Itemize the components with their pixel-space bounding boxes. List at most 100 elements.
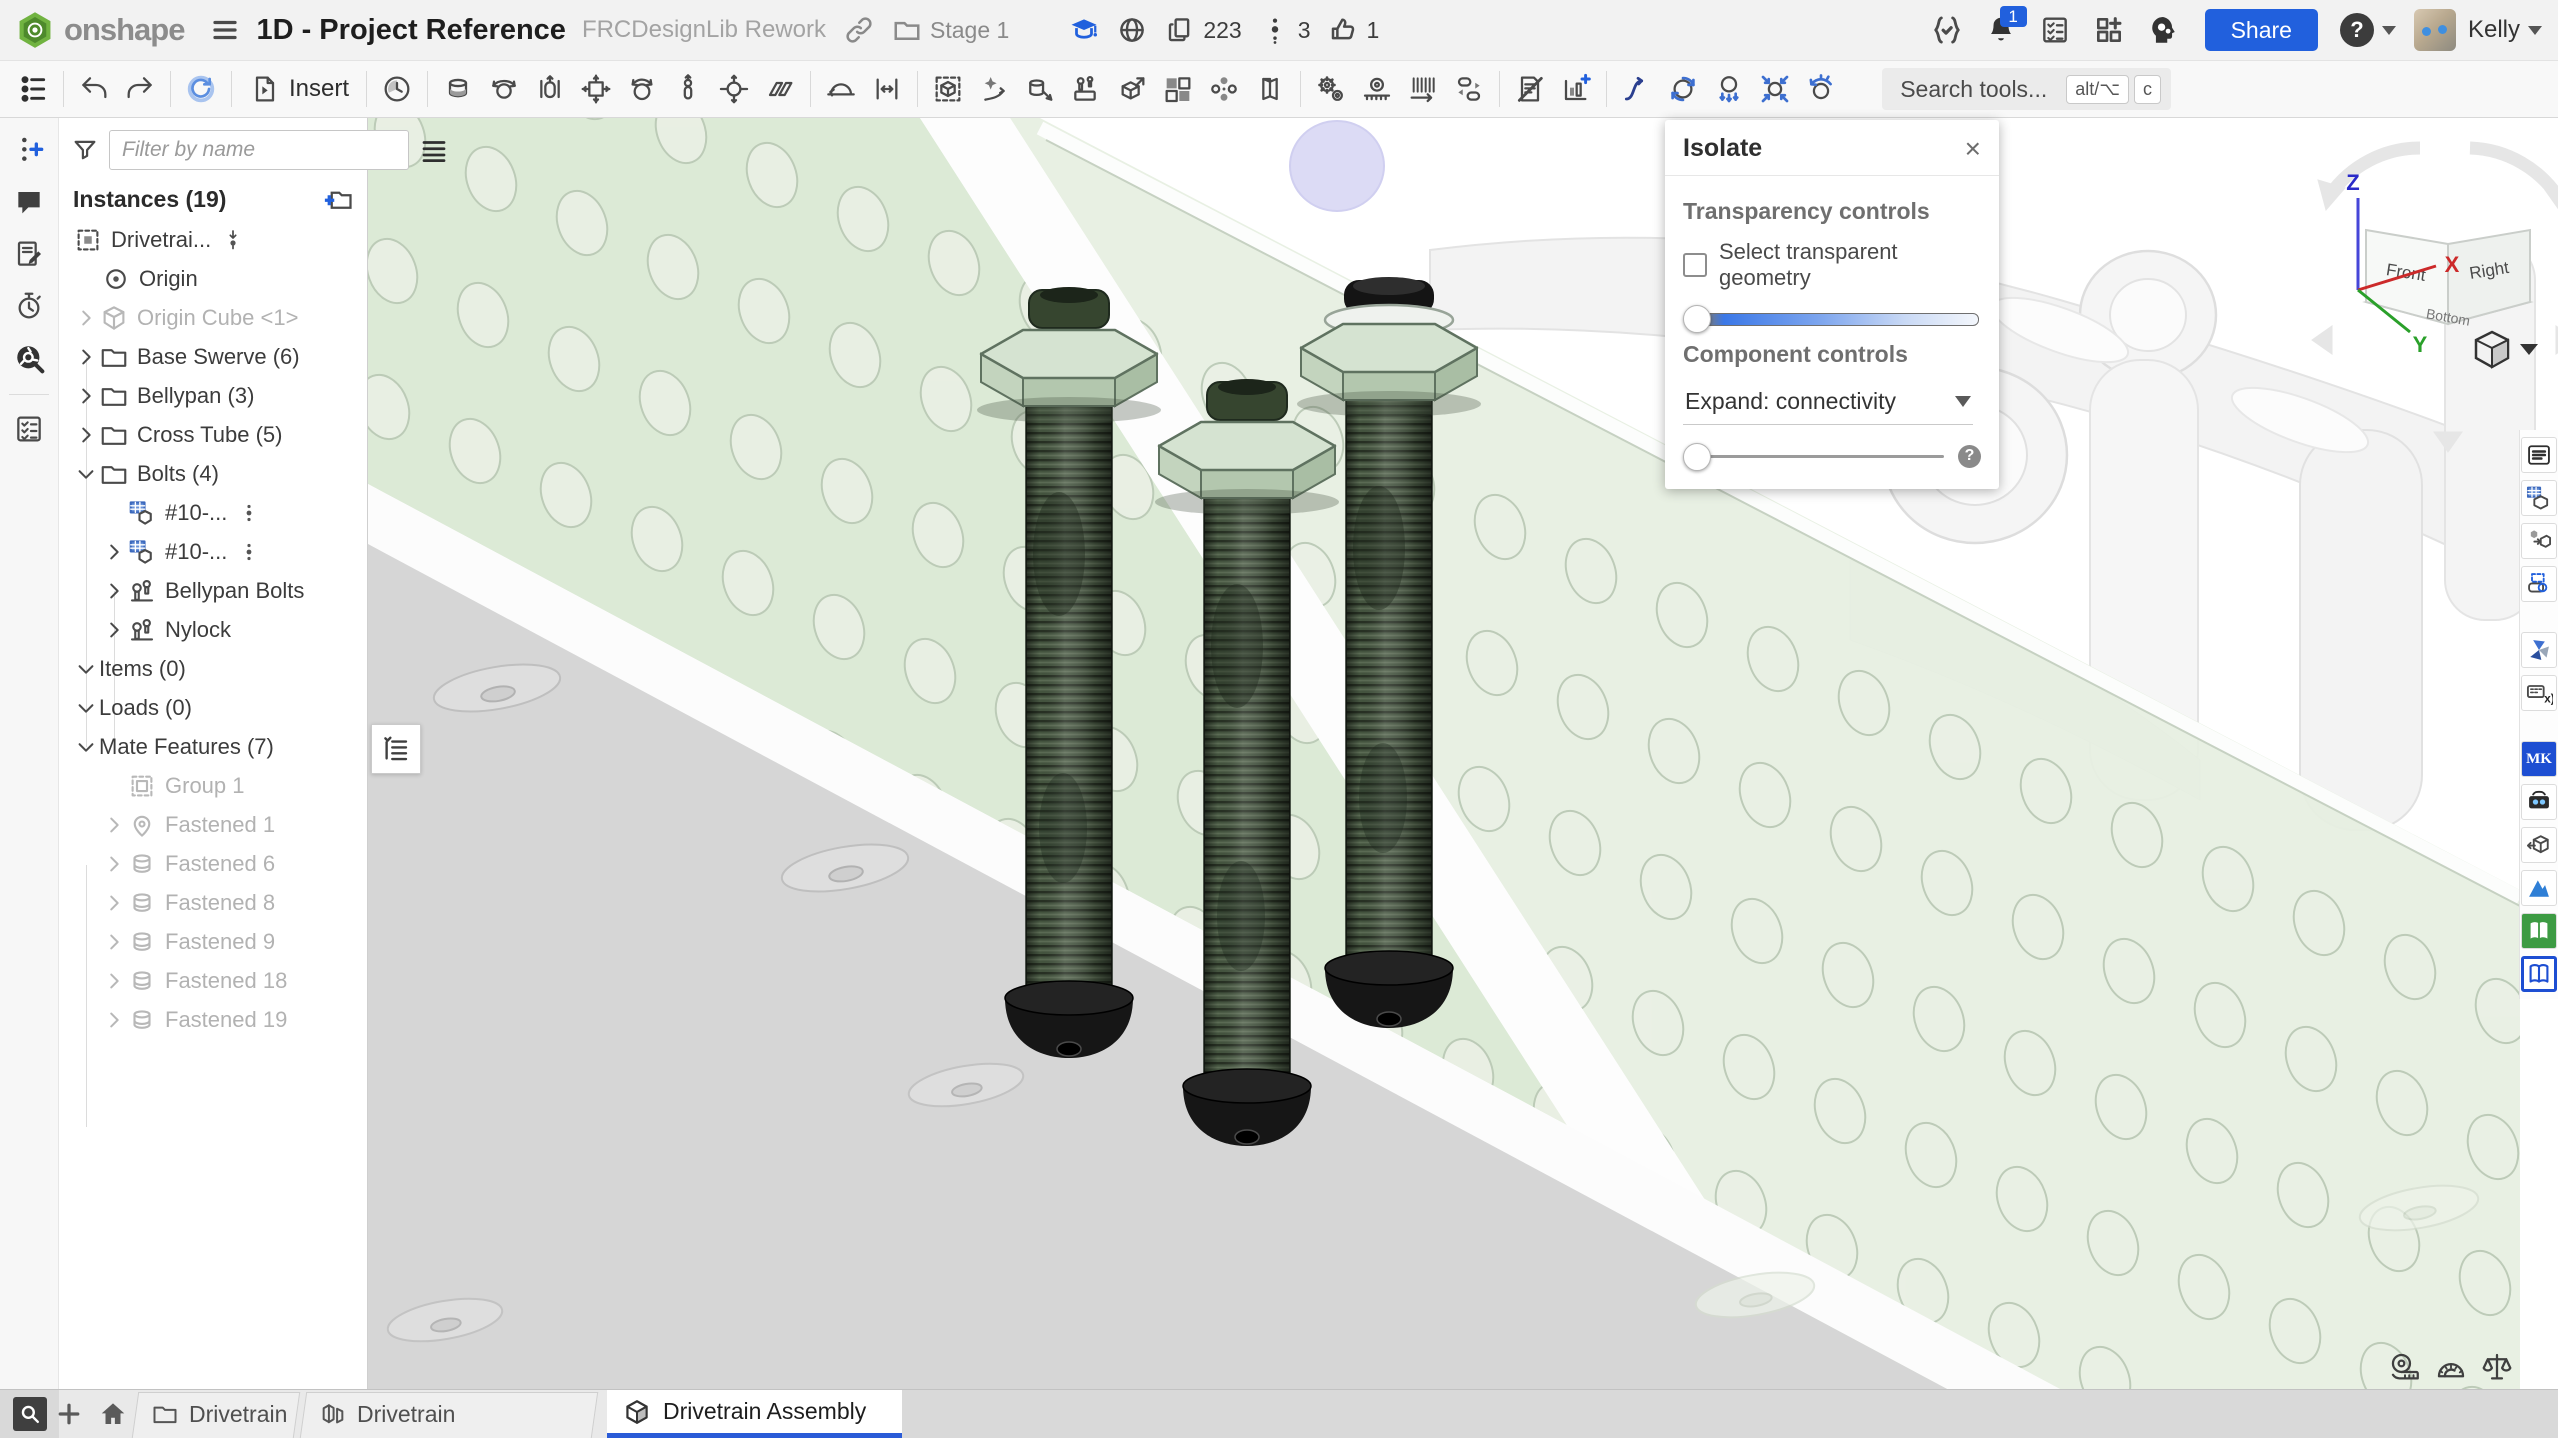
- release-notes-icon[interactable]: [7, 232, 51, 276]
- blue-book-icon[interactable]: [2521, 956, 2557, 992]
- app-store-icon[interactable]: [2089, 10, 2129, 50]
- chevron-down-icon[interactable]: [73, 461, 99, 487]
- mk-plugin-icon[interactable]: MK: [2521, 741, 2557, 777]
- sketch-overlay-icon[interactable]: [2521, 566, 2557, 602]
- slider-mate-icon[interactable]: [527, 66, 573, 112]
- versions-history-icon[interactable]: [374, 66, 420, 112]
- chevron-right-icon[interactable]: [73, 422, 99, 448]
- chevron-down-icon[interactable]: [73, 734, 99, 760]
- parallel-mate-icon[interactable]: [757, 66, 803, 112]
- isolated-bolts[interactable]: [977, 277, 1481, 1146]
- measure-tape-icon[interactable]: [2382, 1346, 2428, 1388]
- export-cube-icon[interactable]: [2521, 827, 2557, 863]
- tree-row[interactable]: Base Swerve (6): [59, 337, 367, 376]
- tree-row[interactable]: #10-...: [59, 532, 367, 571]
- featurescript-icon[interactable]: [1927, 10, 1967, 50]
- tree-row[interactable]: Bolts (4): [59, 454, 367, 493]
- replicate-icon[interactable]: [971, 66, 1017, 112]
- likes-icon[interactable]: [1328, 15, 1358, 45]
- rack-pinion-relation-icon[interactable]: [1354, 66, 1400, 112]
- tree-row[interactable]: #10-...: [59, 493, 367, 532]
- fastened-mate-icon[interactable]: [435, 66, 481, 112]
- chevron-right-icon[interactable]: [101, 929, 127, 955]
- gravity-icon[interactable]: [1706, 66, 1752, 112]
- interference-icon[interactable]: [1553, 66, 1599, 112]
- home-tab-button[interactable]: [91, 1390, 135, 1438]
- gear-relation-icon[interactable]: [1308, 66, 1354, 112]
- component-depth-slider[interactable]: [1685, 443, 1944, 469]
- chevron-right-icon[interactable]: [101, 539, 127, 565]
- mate-limits-icon[interactable]: [864, 66, 910, 112]
- tree-row[interactable]: Fastened 8: [59, 883, 367, 922]
- search-tools[interactable]: Search tools... alt/⌥ c: [1882, 68, 2171, 110]
- converge-icon[interactable]: [1752, 66, 1798, 112]
- tab-search-icon[interactable]: [13, 1397, 47, 1431]
- avatar[interactable]: [2414, 9, 2456, 51]
- new-tab-button[interactable]: [47, 1390, 91, 1438]
- spin-tools-icon[interactable]: [7, 336, 51, 380]
- standard-content-icon[interactable]: [1063, 66, 1109, 112]
- public-globe-icon[interactable]: [1117, 15, 1147, 45]
- tab-drivetrain-assembly[interactable]: Drivetrain Assembly: [607, 1390, 902, 1438]
- branch-create-icon[interactable]: [7, 128, 51, 172]
- onshape-logo-icon[interactable]: [16, 11, 54, 49]
- chevron-right-icon[interactable]: [101, 812, 127, 838]
- tree-row[interactable]: Origin: [59, 259, 367, 298]
- chevron-right-icon[interactable]: [73, 305, 99, 331]
- filter-funnel-icon[interactable]: [71, 136, 99, 164]
- chevron-right-icon[interactable]: [101, 578, 127, 604]
- chevron-right-icon[interactable]: [101, 617, 127, 643]
- config-dots-icon[interactable]: [237, 501, 261, 525]
- shortcut-keys-icon[interactable]: x): [2521, 675, 2557, 711]
- origin-sphere[interactable]: [1290, 121, 1384, 211]
- tab-drivetrain-1[interactable]: Drivetrain: [303, 1390, 601, 1438]
- link-icon[interactable]: [844, 15, 874, 45]
- document-title[interactable]: 1D - Project Reference: [256, 14, 565, 47]
- list-view-icon[interactable]: [419, 135, 449, 165]
- stage-label[interactable]: Stage 1: [930, 17, 1009, 44]
- component-slider-track[interactable]: [1685, 455, 1944, 458]
- instance-list-toggle-icon[interactable]: [10, 66, 56, 112]
- tangent-mate-icon[interactable]: [818, 66, 864, 112]
- filter-input[interactable]: [109, 130, 409, 170]
- chevron-right-icon[interactable]: [101, 851, 127, 877]
- close-icon[interactable]: ×: [1965, 139, 1981, 159]
- revolute-mate-icon[interactable]: [481, 66, 527, 112]
- group-mate-icon[interactable]: [925, 66, 971, 112]
- help-caret-icon[interactable]: [2382, 26, 2396, 35]
- mate-connector-icon[interactable]: [1017, 66, 1063, 112]
- update-sync-icon[interactable]: [178, 66, 224, 112]
- tree-row[interactable]: Bellypan Bolts: [59, 571, 367, 610]
- 3d-viewport[interactable]: Front Right Bottom Z X Y: [368, 118, 2558, 1390]
- tree-row[interactable]: Fastened 1: [59, 805, 367, 844]
- user-menu-caret-icon[interactable]: [2528, 26, 2542, 35]
- chevron-down-icon[interactable]: [73, 695, 99, 721]
- spin-light-icon[interactable]: [1798, 66, 1844, 112]
- chevron-right-icon[interactable]: [73, 344, 99, 370]
- undo-icon[interactable]: [71, 66, 117, 112]
- tree-row[interactable]: Fastened 9: [59, 922, 367, 961]
- tree-row[interactable]: Items (0): [59, 649, 367, 688]
- transparency-slider[interactable]: [1685, 305, 1979, 331]
- select-transparent-checkbox[interactable]: Select transparent geometry: [1683, 239, 1981, 291]
- chevron-down-icon[interactable]: [73, 656, 99, 682]
- transparency-slider-track[interactable]: [1685, 313, 1979, 326]
- stage-folder-icon[interactable]: [892, 15, 922, 45]
- add-folder-icon[interactable]: [323, 184, 353, 214]
- tree-row[interactable]: Group 1: [59, 766, 367, 805]
- drawing-icon[interactable]: [1507, 66, 1553, 112]
- tree-row[interactable]: Fastened 18: [59, 961, 367, 1000]
- history-timer-icon[interactable]: [7, 284, 51, 328]
- tree-row[interactable]: Mate Features (7): [59, 727, 367, 766]
- simulation-rotate-icon[interactable]: [1660, 66, 1706, 112]
- insert-icon[interactable]: Insert: [239, 66, 359, 112]
- planar-mate-icon[interactable]: [573, 66, 619, 112]
- tree-row[interactable]: Loads (0): [59, 688, 367, 727]
- tree-panel-toggle-button[interactable]: [371, 724, 421, 774]
- tree-row[interactable]: Bellypan (3): [59, 376, 367, 415]
- user-name[interactable]: Kelly: [2468, 16, 2520, 44]
- comments-icon[interactable]: [7, 180, 51, 224]
- branches-icon[interactable]: [1260, 15, 1290, 45]
- robot-plugin-icon[interactable]: [2521, 784, 2557, 820]
- ai-assistant-icon[interactable]: [2143, 10, 2183, 50]
